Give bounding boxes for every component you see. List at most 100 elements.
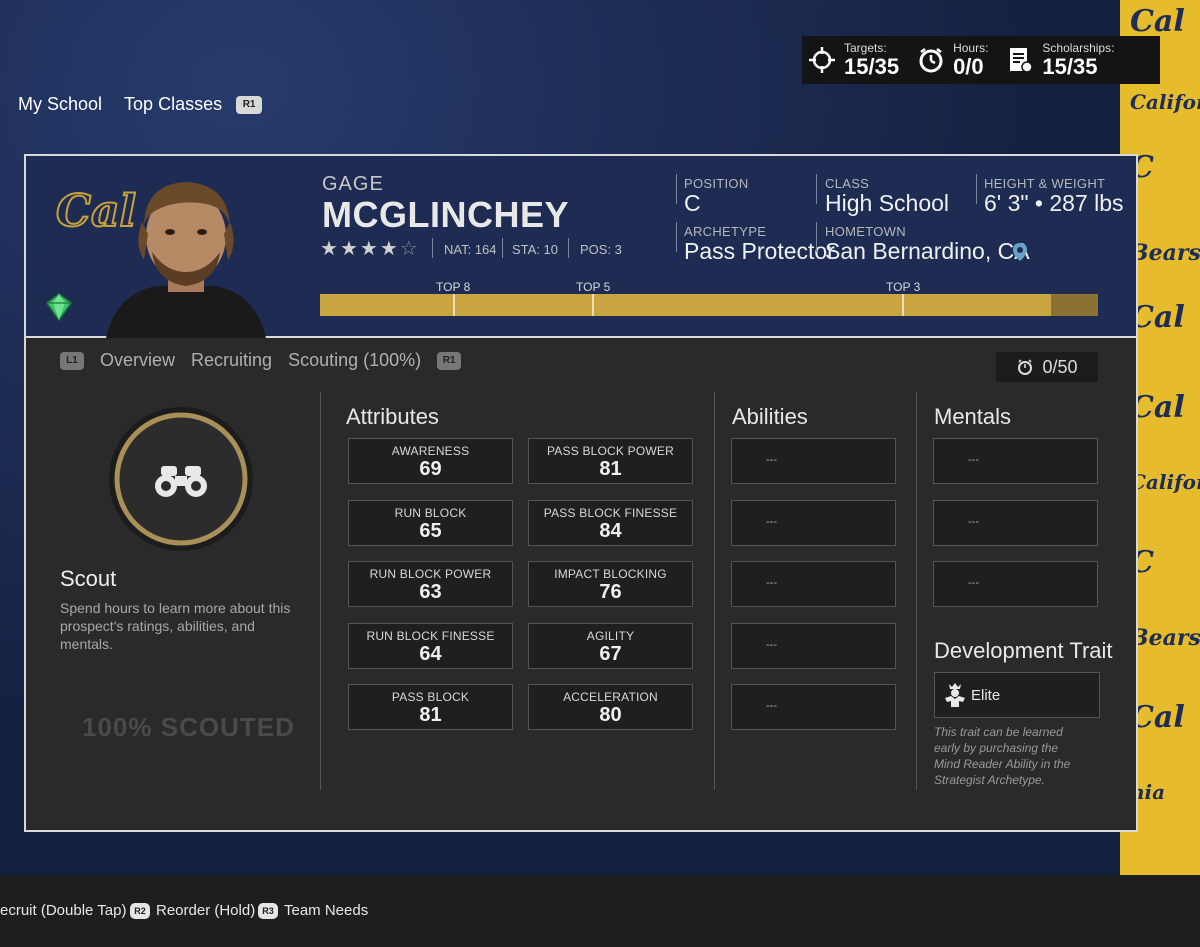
r3-button-icon: R3	[258, 902, 278, 919]
star-empty-icon: ☆	[399, 238, 418, 260]
mental-slot[interactable]: ---	[933, 438, 1098, 484]
ability-slot[interactable]: ---	[731, 561, 896, 607]
divider	[976, 174, 977, 204]
progress-fill	[320, 294, 1052, 316]
recruit-card: Cal GAGE MCGLINCHEY ★ ★ ★ ★ ☆ NAT: 164 S…	[24, 154, 1138, 832]
development-trait-label: Elite	[971, 686, 1001, 704]
star-rating: ★ ★ ★ ★ ☆	[320, 236, 418, 261]
targets-value: 15/35	[844, 53, 900, 79]
attribute-card[interactable]: IMPACT BLOCKING 76	[528, 561, 693, 607]
mentals-title: Mentals	[934, 404, 1012, 429]
hint-team-needs-label: Team Needs	[284, 902, 369, 919]
tab-scouting[interactable]: Scouting (100%)	[288, 350, 421, 371]
scholarships-value: 15/35	[1042, 53, 1098, 79]
attribute-card[interactable]: PASS BLOCK FINESSE 84	[528, 499, 693, 546]
class-label: CLASS	[825, 176, 870, 191]
attribute-card[interactable]: ACCELERATION 80	[528, 684, 693, 730]
attribute-card[interactable]: AGILITY 67	[528, 622, 693, 669]
position-value: C	[684, 190, 701, 216]
ability-slot[interactable]: ---	[731, 622, 896, 669]
attribute-card[interactable]: PASS BLOCK POWER 81	[528, 438, 693, 484]
tab-recruiting[interactable]: Recruiting	[191, 350, 272, 371]
attribute-card[interactable]: RUN BLOCK POWER 63	[348, 561, 513, 607]
attribute-value: 76	[599, 581, 622, 603]
ability-slot[interactable]: ---	[731, 684, 896, 730]
attribute-value: 84	[599, 519, 622, 542]
attribute-name: PASS BLOCK FINESSE	[543, 505, 678, 520]
rank-label-top5: TOP 5	[576, 280, 611, 294]
scholarships-label: Scholarships:	[1042, 40, 1115, 55]
height-weight-label: HEIGHT & WEIGHT	[984, 176, 1106, 191]
height-weight-value: 6' 3" • 287 lbs	[984, 190, 1124, 216]
attribute-name: RUN BLOCK FINESSE	[366, 628, 495, 643]
attribute-name: RUN BLOCK POWER	[369, 567, 492, 581]
star-icon: ★	[320, 238, 338, 260]
hint-recruit: ecruit (Double Tap)	[0, 902, 126, 919]
position-rank: POS: 3	[580, 242, 622, 257]
gem-icon	[45, 293, 73, 322]
tab-overview[interactable]: Overview	[100, 350, 175, 371]
attribute-name: PASS BLOCK POWER	[546, 444, 674, 458]
national-rank: NAT: 164	[444, 242, 497, 257]
attribute-value: 81	[599, 458, 622, 480]
star-icon: ★	[359, 238, 378, 260]
r2-button-icon: R2	[130, 902, 150, 919]
progress-tick	[453, 294, 455, 316]
ability-slot[interactable]: ---	[731, 438, 896, 484]
column-divider	[320, 392, 321, 790]
player-last-name: MCGLINCHEY	[322, 194, 569, 235]
crosshair-icon	[809, 47, 835, 73]
attribute-value: 69	[419, 458, 442, 480]
attribute-card[interactable]: RUN BLOCK FINESSE 64	[348, 622, 513, 669]
mental-slot[interactable]: ---	[933, 561, 1098, 607]
hint-team-needs[interactable]: R3 Team Needs	[258, 902, 368, 919]
top-navigation: My School Top Classes R1	[18, 94, 263, 115]
scouted-status: 100% SCOUTED	[82, 712, 295, 742]
hint-recruit-label: ecruit (Double Tap)	[0, 902, 127, 919]
player-header: Cal GAGE MCGLINCHEY ★ ★ ★ ★ ☆ NAT: 164 S…	[26, 156, 1136, 338]
attribute-value: 80	[599, 704, 622, 726]
archetype-value: Pass Protector	[684, 238, 835, 264]
attribute-name: IMPACT BLOCKING	[554, 567, 667, 581]
attribute-name: AWARENESS	[391, 444, 470, 458]
hometown-value: San Bernardino, CA	[825, 238, 1030, 264]
attribute-card[interactable]: AWARENESS 69	[348, 438, 513, 484]
attribute-value: 64	[419, 642, 442, 665]
attribute-card[interactable]: RUN BLOCK 65	[348, 499, 513, 546]
scouting-hours: 0/50	[996, 352, 1098, 382]
hours-value: 0/0	[953, 53, 984, 79]
star-icon: ★	[339, 238, 358, 260]
card-tabs: L1 Overview Recruiting Scouting (100%) R…	[60, 350, 462, 371]
rank-label-top8: TOP 8	[436, 280, 471, 294]
hometown-label: HOMETOWN	[825, 224, 906, 239]
divider	[676, 174, 677, 204]
divider	[816, 222, 817, 252]
attribute-value: 81	[419, 704, 442, 726]
scout-title: Scout	[60, 566, 117, 591]
hours-stat: Hours: 0/0	[917, 40, 989, 79]
hint-reorder[interactable]: R2 Reorder (Hold)	[130, 902, 255, 919]
attribute-name: RUN BLOCK	[394, 505, 467, 520]
recruiting-progress-bar	[320, 294, 1098, 316]
development-trait-value[interactable]: Elite	[934, 672, 1100, 718]
mental-slot[interactable]: ---	[933, 499, 1098, 546]
attribute-name: ACCELERATION	[563, 690, 658, 704]
nav-my-school[interactable]: My School	[18, 94, 102, 115]
class-value: High School	[825, 190, 950, 216]
targets-stat: Targets: 15/35	[808, 41, 900, 79]
development-trait-description: This trait can be learned early by purch…	[934, 725, 1071, 787]
attribute-card[interactable]: PASS BLOCK 81	[348, 684, 513, 730]
hint-reorder-label: Reorder (Hold)	[156, 902, 256, 919]
nav-top-classes[interactable]: Top Classes	[124, 94, 222, 115]
player-portrait	[106, 182, 266, 338]
divider	[676, 222, 677, 252]
attribute-value: 63	[419, 581, 442, 603]
state-rank: STA: 10	[512, 242, 559, 257]
attribute-value: 67	[599, 642, 622, 665]
hours-label: Hours:	[953, 40, 989, 55]
column-divider	[714, 392, 715, 790]
scout-button[interactable]	[108, 406, 254, 552]
l1-button-icon: L1	[60, 351, 84, 370]
attribute-value: 65	[419, 519, 442, 542]
ability-slot[interactable]: ---	[731, 499, 896, 546]
